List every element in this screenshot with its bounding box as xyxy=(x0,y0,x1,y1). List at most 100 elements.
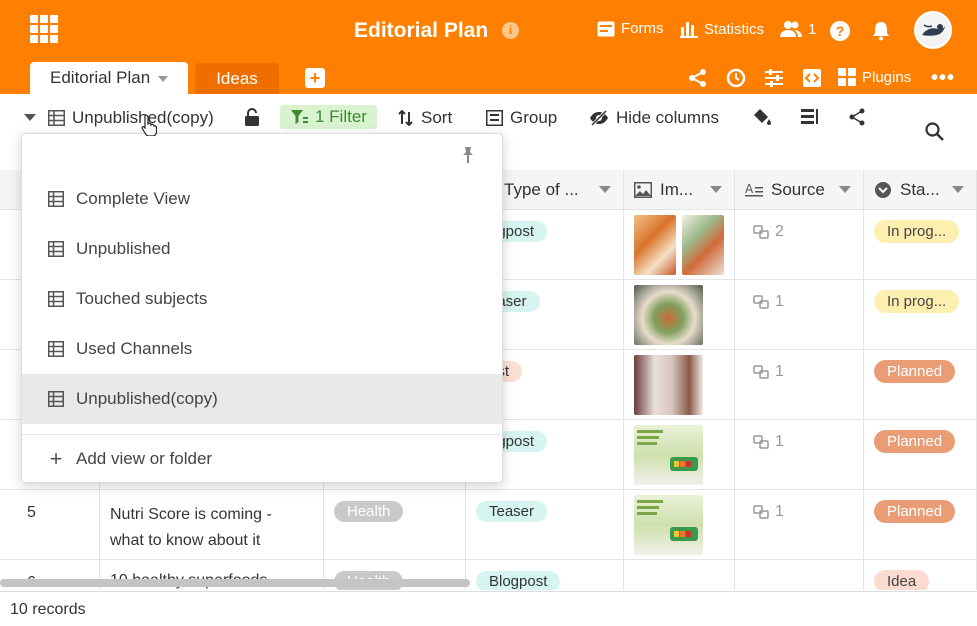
avatar[interactable] xyxy=(914,11,952,49)
table-icon xyxy=(48,110,65,126)
topic-cell[interactable]: Health xyxy=(324,490,466,560)
lock-icon[interactable] xyxy=(244,108,260,126)
type-tag: Blogpost xyxy=(476,571,561,590)
image-thumbnail[interactable] xyxy=(634,355,703,415)
status-cell[interactable]: Planned xyxy=(864,490,977,560)
statistics-button[interactable]: Statistics xyxy=(680,20,764,38)
status-cell[interactable]: Idea xyxy=(864,560,977,590)
status-badge: In prog... xyxy=(874,290,960,313)
view-item-used-channels[interactable]: Used Channels xyxy=(22,324,502,374)
filter-icon xyxy=(291,110,308,124)
paint-icon[interactable] xyxy=(752,108,772,126)
bell-icon[interactable] xyxy=(872,21,890,46)
filter-label: 1 Filter xyxy=(315,107,367,126)
plugins-button[interactable]: Plugins xyxy=(838,68,911,86)
image-cell[interactable] xyxy=(624,490,735,560)
source-cell[interactable]: 1 xyxy=(735,420,864,490)
source-cell[interactable]: 1 xyxy=(735,280,864,350)
collaborators-button[interactable]: 1 xyxy=(780,20,816,38)
image-thumbnail[interactable] xyxy=(682,215,724,275)
view-item-touched-subjects[interactable]: Touched subjects xyxy=(22,274,502,324)
image-cell[interactable] xyxy=(624,210,735,280)
help-icon[interactable]: ? xyxy=(830,21,850,41)
link-count: 1 xyxy=(775,293,784,310)
column-header-status[interactable]: Sta... xyxy=(864,170,977,210)
status-cell[interactable]: Planned xyxy=(864,350,977,420)
column-label: Type of ... xyxy=(504,179,579,199)
view-selector[interactable]: Unpublished(copy) xyxy=(48,108,214,128)
image-cell[interactable] xyxy=(624,280,735,350)
filter-button[interactable]: 1 Filter xyxy=(280,105,377,129)
column-header-image[interactable]: Im... xyxy=(624,170,735,210)
search-icon[interactable] xyxy=(925,122,944,141)
view-item-unpublished-copy[interactable]: Unpublished(copy) xyxy=(22,374,502,424)
chevron-down-icon[interactable] xyxy=(952,186,964,193)
title-cell[interactable]: Nutri Score is coming - what to know abo… xyxy=(100,490,324,560)
view-item-label: Used Channels xyxy=(76,339,193,358)
single-select-icon xyxy=(875,181,891,198)
link-count: 1 xyxy=(775,433,784,450)
table-icon xyxy=(48,341,64,357)
view-item-label: Unpublished(copy) xyxy=(76,389,218,408)
status-cell[interactable]: In prog... xyxy=(864,210,977,280)
share-view-icon[interactable] xyxy=(848,108,866,126)
type-cell[interactable]: Teaser xyxy=(466,490,624,560)
table-row[interactable]: 5 Nutri Score is coming - what to know a… xyxy=(0,490,977,560)
link-icon xyxy=(753,225,769,239)
share-icon[interactable] xyxy=(688,68,708,93)
image-cell[interactable] xyxy=(624,420,735,490)
group-label: Group xyxy=(510,108,558,127)
group-button[interactable]: Group xyxy=(486,108,557,128)
base-title: Editorial Plan xyxy=(354,19,489,42)
view-item-label: Unpublished xyxy=(76,239,171,258)
status-cell[interactable]: In prog... xyxy=(864,280,977,350)
status-cell[interactable]: Planned xyxy=(864,420,977,490)
link-count: 1 xyxy=(775,363,784,380)
column-header-source[interactable]: A Source xyxy=(735,170,864,210)
chevron-down-icon[interactable] xyxy=(839,186,851,193)
source-cell[interactable] xyxy=(735,560,864,590)
code-icon[interactable] xyxy=(802,68,822,93)
image-thumbnail[interactable] xyxy=(634,425,703,485)
record-count: 10 records xyxy=(10,601,86,618)
link-icon xyxy=(753,505,769,519)
image-thumbnail[interactable] xyxy=(634,285,703,345)
chevron-down-icon[interactable] xyxy=(599,186,611,193)
info-icon[interactable]: i xyxy=(502,22,519,39)
sort-button[interactable]: Sort xyxy=(398,108,452,128)
tab-editorial-plan[interactable]: Editorial Plan xyxy=(30,62,188,94)
more-icon[interactable]: ••• xyxy=(931,67,955,90)
sort-label: Sort xyxy=(421,108,453,127)
hide-columns-button[interactable]: Hide columns xyxy=(589,108,719,128)
apps-grid-icon[interactable] xyxy=(30,15,58,43)
chevron-down-icon[interactable] xyxy=(710,186,722,193)
chevron-down-icon[interactable] xyxy=(24,114,36,121)
view-item-complete-view[interactable]: Complete View xyxy=(22,174,502,224)
source-cell[interactable]: 2 xyxy=(735,210,864,280)
history-icon[interactable] xyxy=(726,68,746,93)
image-thumbnail[interactable] xyxy=(634,215,676,275)
top-header: Editorial Plan i Forms Statistics 1 ? Ed… xyxy=(0,0,977,94)
chevron-down-icon[interactable] xyxy=(158,75,169,82)
source-cell[interactable]: 1 xyxy=(735,350,864,420)
link-icon xyxy=(753,365,769,379)
link-count: 2 xyxy=(775,223,784,240)
pin-icon[interactable] xyxy=(460,146,476,169)
source-cell[interactable]: 1 xyxy=(735,490,864,560)
image-cell[interactable] xyxy=(624,350,735,420)
image-thumbnail[interactable] xyxy=(634,495,703,555)
horizontal-scrollbar[interactable] xyxy=(0,579,470,587)
tab-ideas[interactable]: Ideas xyxy=(195,63,279,94)
view-item-unpublished[interactable]: Unpublished xyxy=(22,224,502,274)
add-view-button[interactable]: + Add view or folder xyxy=(22,435,502,483)
table-icon xyxy=(48,241,64,257)
topic-tag: Health xyxy=(334,501,404,522)
settings-icon[interactable] xyxy=(764,68,784,93)
add-table-button[interactable]: + xyxy=(305,68,325,88)
statistics-icon xyxy=(680,22,698,38)
forms-button[interactable]: Forms xyxy=(597,20,664,37)
type-cell[interactable]: Blogpost xyxy=(466,560,624,590)
row-height-icon[interactable] xyxy=(801,108,819,126)
link-count: 1 xyxy=(775,503,784,520)
image-cell[interactable] xyxy=(624,560,735,590)
